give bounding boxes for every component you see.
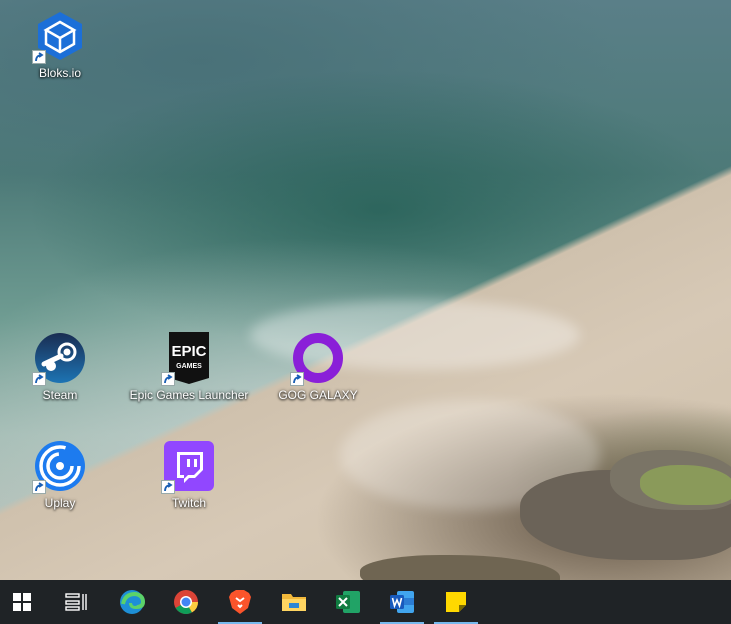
word-icon [390, 591, 414, 613]
desktop-icon-gog-galaxy[interactable]: GOG GALAXY [263, 332, 373, 402]
taskbar [0, 580, 731, 624]
desktop-icon-bloks[interactable]: Bloks.io [5, 10, 115, 80]
chrome-button[interactable] [164, 580, 208, 624]
task-view-button[interactable] [54, 580, 98, 624]
folder-icon [282, 594, 306, 611]
desktop-icon-epic-games[interactable]: EPIC GAMES Epic Games Launcher [130, 332, 248, 402]
shore-rock [360, 555, 560, 580]
gog-galaxy-icon [290, 332, 344, 386]
shortcut-arrow-icon [32, 372, 46, 386]
epic-games-icon: EPIC GAMES [161, 332, 215, 386]
shortcut-arrow-icon [290, 372, 304, 386]
desktop-icon-label: GOG GALAXY [278, 388, 358, 402]
desktop-background: Bloks.io Steam EPIC GAMES Epic Games Lau… [0, 0, 731, 580]
shore-vegetation [640, 465, 731, 505]
brave-icon [229, 590, 251, 614]
svg-text:GAMES: GAMES [176, 363, 202, 370]
svg-text:EPIC: EPIC [171, 343, 206, 360]
twitch-icon [161, 440, 215, 494]
shortcut-arrow-icon [161, 480, 175, 494]
task-view-icon [65, 593, 87, 611]
desktop-icon-uplay[interactable]: Uplay [5, 440, 115, 510]
desktop-icon-label: Twitch [171, 496, 206, 510]
windows-logo-icon [13, 593, 31, 611]
bloks-cube-icon [32, 10, 86, 64]
word-button[interactable] [380, 580, 424, 624]
sticky-notes-icon [446, 592, 466, 612]
file-explorer-button[interactable] [272, 580, 316, 624]
uplay-icon [32, 440, 86, 494]
desktop-icon-steam[interactable]: Steam [5, 332, 115, 402]
chrome-icon [174, 590, 198, 615]
brave-button[interactable] [218, 580, 262, 624]
excel-icon [336, 591, 360, 613]
sticky-notes-button[interactable] [434, 580, 478, 624]
desktop-icon-label: Epic Games Launcher [129, 388, 249, 402]
shortcut-arrow-icon [161, 372, 175, 386]
desktop-icon-twitch[interactable]: Twitch [134, 440, 244, 510]
desktop-icon-label: Bloks.io [38, 66, 82, 80]
edge-button[interactable] [110, 580, 154, 624]
shortcut-arrow-icon [32, 50, 46, 64]
start-button[interactable] [0, 580, 44, 624]
edge-icon [120, 590, 145, 614]
shortcut-arrow-icon [32, 480, 46, 494]
excel-button[interactable] [326, 580, 370, 624]
steam-icon [32, 332, 86, 386]
desktop-icon-label: Steam [42, 388, 78, 402]
desktop-icon-label: Uplay [44, 496, 76, 510]
